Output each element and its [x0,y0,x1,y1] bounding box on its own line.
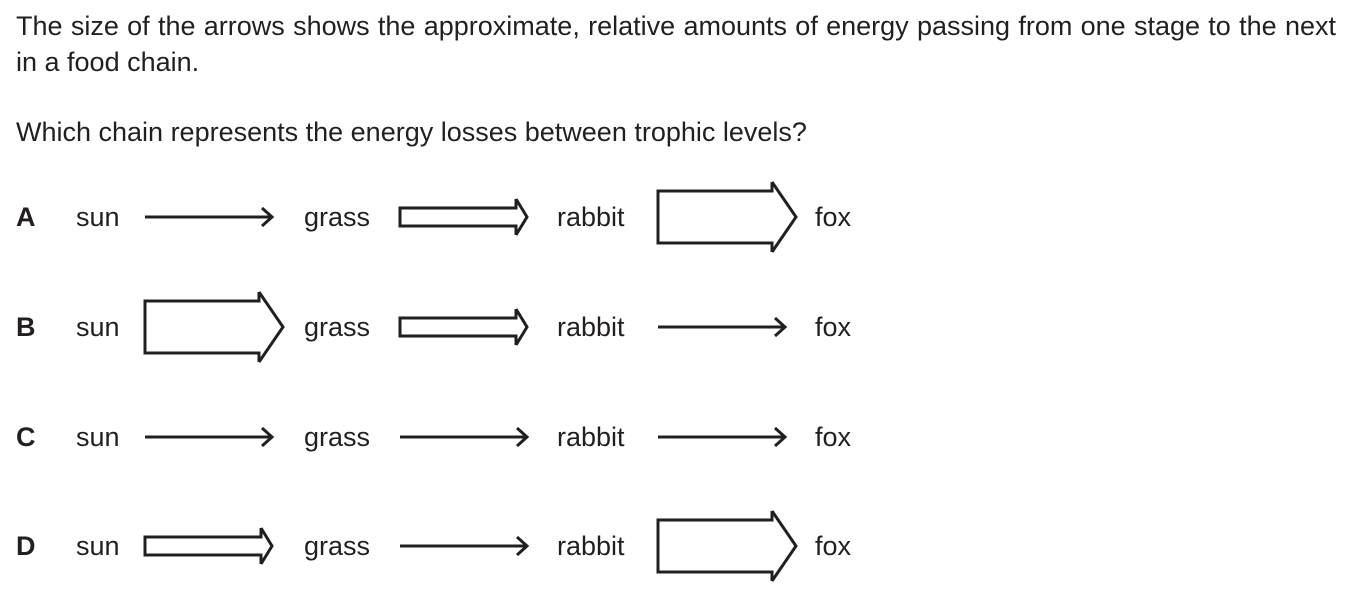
stage-sun: sun [76,202,120,232]
energy-arrow-sun-grass [145,426,275,448]
stage-fox: fox [815,422,852,452]
energy-arrow-rabbit-fox [656,181,798,253]
stage-fox: fox [815,202,852,232]
arrow-head [259,527,274,565]
question-prompt: Which chain represents the energy losses… [16,117,807,147]
stage-rabbit: rabbit [557,531,625,561]
energy-arrow-rabbit-fox [658,316,788,338]
stage-sun: sun [76,422,120,452]
arrow-body [143,528,263,564]
option-letter: B [16,312,36,342]
option-d[interactable]: D sun grass rabbit fox [0,506,1000,586]
option-a[interactable]: A sun grass rabbit fox [0,177,1000,257]
energy-arrow-sun-grass [143,527,274,565]
option-letter: A [16,202,36,232]
option-c[interactable]: C sun grass rabbit fox [0,397,1000,477]
question-intro: The size of the arrows shows the approxi… [16,11,1336,77]
arrow-body [656,511,774,581]
option-letter: D [16,531,36,561]
stage-fox: fox [815,531,852,561]
option-letter: C [16,422,36,452]
arrow-body [656,182,774,252]
arrow-head [770,181,798,253]
stage-rabbit: rabbit [557,422,625,452]
arrow-body [398,309,518,345]
stage-grass: grass [304,202,371,232]
stage-fox: fox [815,312,852,342]
stage-grass: grass [304,531,371,561]
stage-rabbit: rabbit [557,202,625,232]
energy-arrow-grass-rabbit [400,535,530,557]
stage-grass: grass [304,312,371,342]
arrow-body [398,199,518,235]
stage-sun: sun [76,531,120,561]
energy-arrow-sun-grass [143,291,285,363]
stage-rabbit: rabbit [557,312,625,342]
stage-grass: grass [304,422,371,452]
arrow-body [143,292,261,362]
energy-arrow-grass-rabbit [400,426,530,448]
energy-arrow-grass-rabbit [398,198,529,236]
energy-arrow-rabbit-fox [658,426,788,448]
arrow-head [257,291,285,363]
energy-arrow-sun-grass [145,206,275,228]
arrow-head [514,198,529,236]
energy-arrow-grass-rabbit [398,308,529,346]
arrow-head [770,510,798,582]
energy-arrow-rabbit-fox [656,510,798,582]
stage-sun: sun [76,312,120,342]
option-b[interactable]: B sun grass rabbit fox [0,287,1000,367]
arrow-head [514,308,529,346]
